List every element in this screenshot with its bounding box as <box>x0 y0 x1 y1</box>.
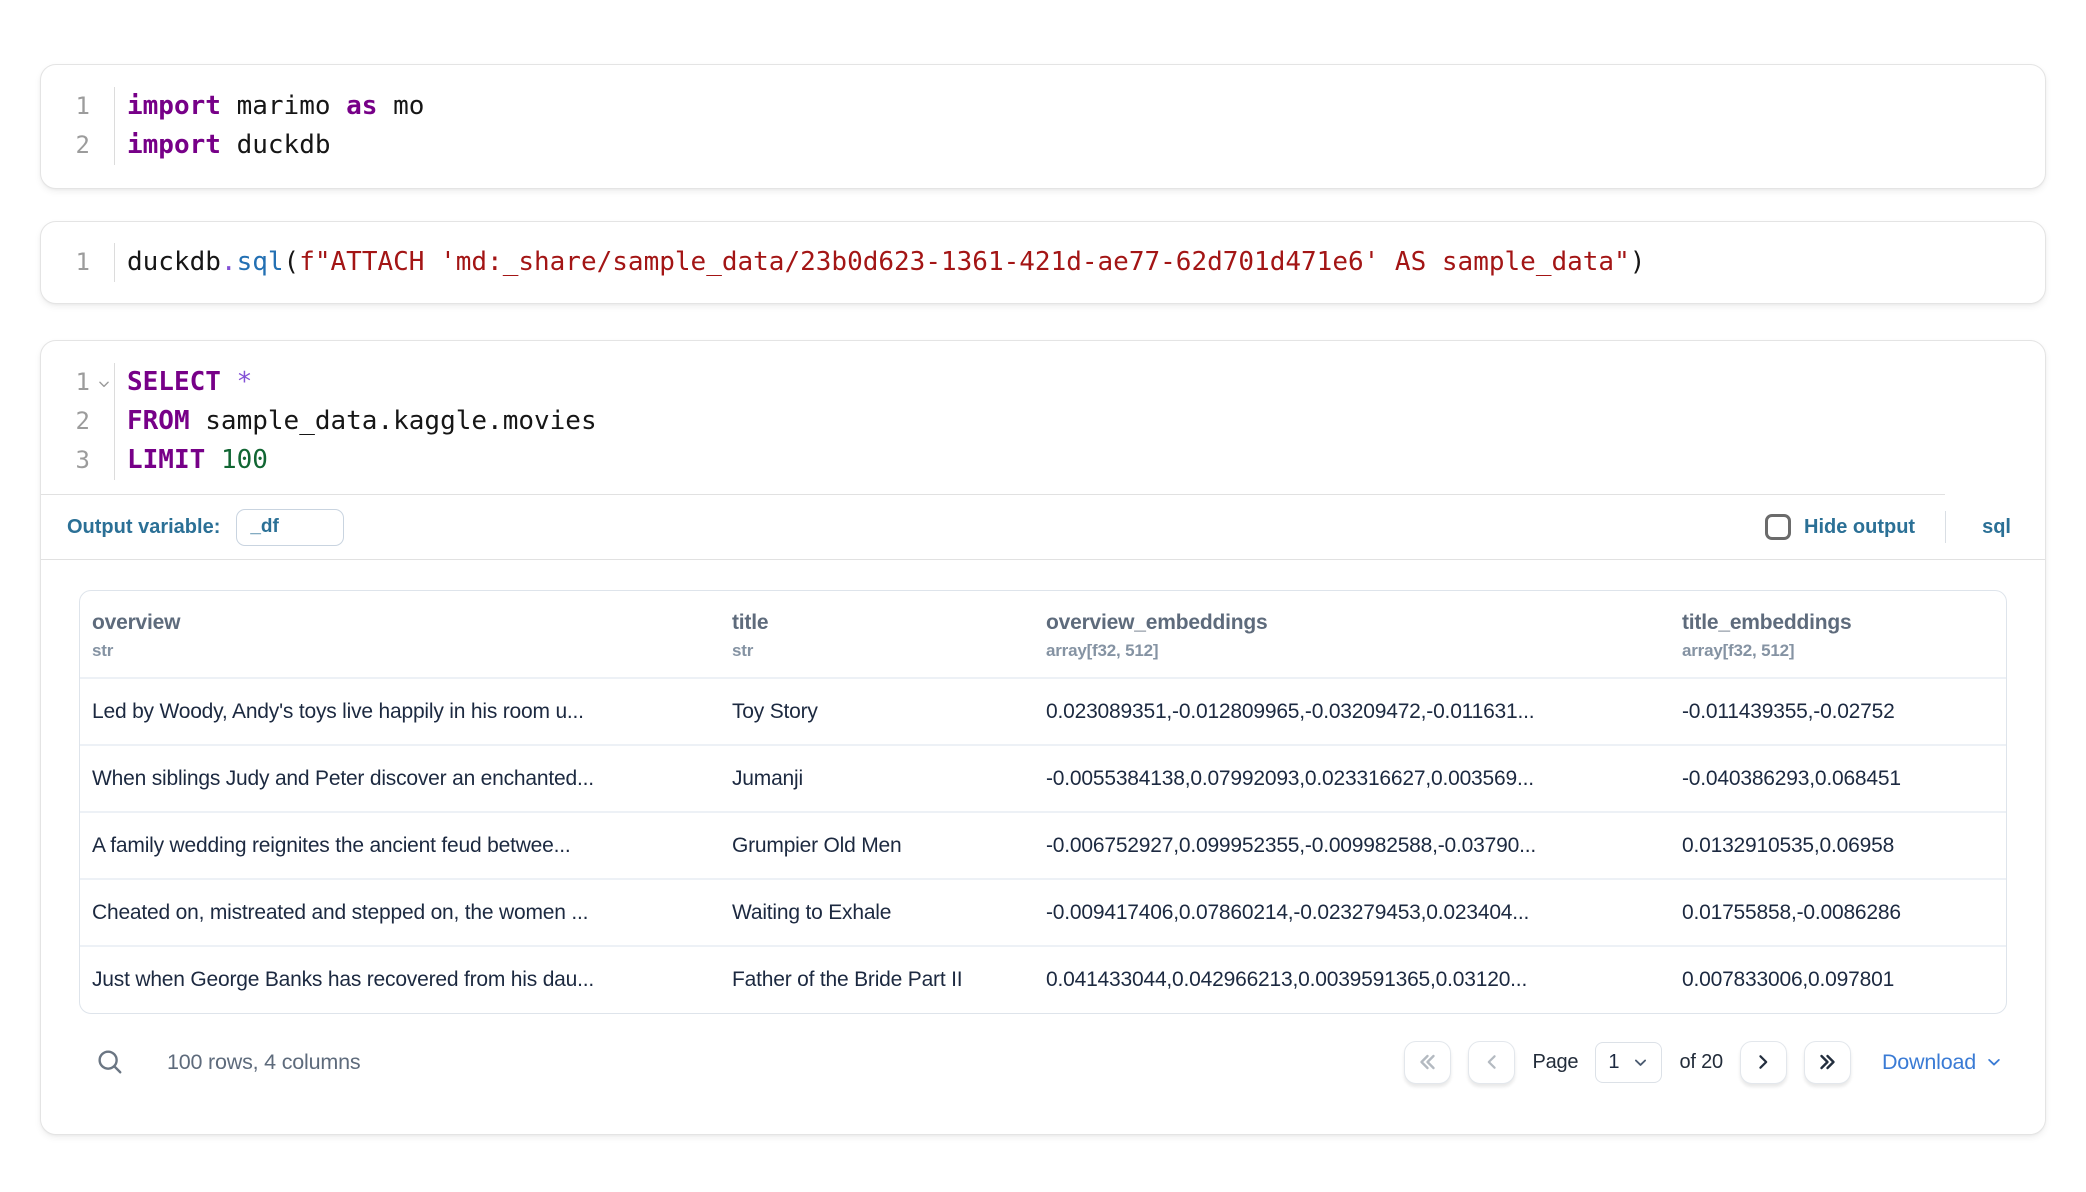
sql-cell: 123 SELECT *FROM sample_data.kaggle.movi… <box>40 340 2046 1135</box>
table-row: A family wedding reignites the ancient f… <box>80 812 2006 879</box>
code-area[interactable]: duckdb.sql(f"ATTACH 'md:_share/sample_da… <box>115 243 2045 282</box>
double-chevron-right-icon <box>1815 1050 1839 1074</box>
chevron-down-icon <box>1632 1054 1649 1071</box>
table-cell-title: Father of the Bride Part II <box>720 946 1034 1013</box>
column-header-title_embeddings[interactable]: title_embeddings array[f32, 512] <box>1670 591 2006 678</box>
hide-output-checkbox[interactable] <box>1765 514 1791 540</box>
line-number: 1 <box>41 243 114 282</box>
first-page-button[interactable] <box>1404 1041 1451 1084</box>
dataframe-table: overview str title str overview_embeddingsar… <box>79 590 2007 1014</box>
column-type: array[f32, 512] <box>1682 641 1994 661</box>
table-row: Led by Woody, Andy's toys live happily i… <box>80 678 2006 745</box>
table-row: Just when George Banks has recovered fro… <box>80 946 2006 1013</box>
column-name: title <box>732 611 1022 635</box>
next-page-button[interactable] <box>1740 1041 1787 1084</box>
line-number-gutter: 123 <box>41 363 115 480</box>
code-line[interactable]: SELECT * <box>127 363 2045 402</box>
table-cell-title: Toy Story <box>720 678 1034 745</box>
column-header-title[interactable]: title str <box>720 591 1034 678</box>
line-number: 3 <box>41 441 114 480</box>
search-icon <box>95 1047 125 1077</box>
table-cell-title: Waiting to Exhale <box>720 879 1034 946</box>
table-body: Led by Woody, Andy's toys live happily i… <box>80 678 2006 1013</box>
download-label: Download <box>1882 1050 1976 1075</box>
language-button[interactable]: sql <box>1976 516 2017 539</box>
table-cell-overview: Just when George Banks has recovered fro… <box>80 946 720 1013</box>
code-line[interactable]: import duckdb <box>127 126 2045 165</box>
table-row: Cheated on, mistreated and stepped on, t… <box>80 879 2006 946</box>
code-cell-attach: 1 duckdb.sql(f"ATTACH 'md:_share/sample_… <box>40 221 2046 304</box>
column-name: overview_embeddings <box>1046 611 1658 635</box>
chevron-down-icon <box>1985 1053 2003 1071</box>
table-cell-overview_embeddings: -0.0055384138,0.07992093,0.023316627,0.0… <box>1034 745 1670 812</box>
table-cell-title_embeddings: 0.0132910535,0.06958 <box>1670 812 2006 879</box>
table-cell-overview: Cheated on, mistreated and stepped on, t… <box>80 879 720 946</box>
table-cell-title_embeddings: -0.040386293,0.068451 <box>1670 745 2006 812</box>
line-number-gutter: 1 <box>41 243 115 282</box>
column-type: array[f32, 512] <box>1046 641 1658 661</box>
fold-chevron-icon[interactable] <box>97 377 111 391</box>
line-number-gutter: 12 <box>41 87 115 165</box>
prev-page-button[interactable] <box>1468 1041 1515 1084</box>
table-cell-title_embeddings: 0.01755858,-0.0086286 <box>1670 879 2006 946</box>
table-cell-title: Grumpier Old Men <box>720 812 1034 879</box>
code-line[interactable]: duckdb.sql(f"ATTACH 'md:_share/sample_da… <box>127 243 2045 282</box>
table-cell-title: Jumanji <box>720 745 1034 812</box>
code-editor[interactable]: 123 SELECT *FROM sample_data.kaggle.movi… <box>41 341 2045 494</box>
table-cell-overview_embeddings: -0.006752927,0.099952355,-0.009982588,-0… <box>1034 812 1670 879</box>
line-number: 2 <box>41 402 114 441</box>
table-footer: 100 rows, 4 columns Page 1 <box>79 1034 2007 1090</box>
table-cell-title_embeddings: -0.011439355,-0.02752 <box>1670 678 2006 745</box>
vertical-divider <box>1945 511 1946 543</box>
page-total: of 20 <box>1679 1051 1722 1074</box>
notebook: 12 import marimo as moimport duckdb 1 du… <box>40 64 2046 1135</box>
line-number: 2 <box>41 126 114 165</box>
table-cell-overview_embeddings: -0.009417406,0.07860214,-0.023279453,0.0… <box>1034 879 1670 946</box>
search-button[interactable] <box>95 1047 125 1077</box>
column-header-overview[interactable]: overview str <box>80 591 720 678</box>
chevron-left-icon <box>1481 1051 1503 1073</box>
column-type: str <box>732 641 1022 661</box>
line-number: 1 <box>41 363 114 402</box>
rows-summary: 100 rows, 4 columns <box>167 1050 360 1075</box>
column-name: overview <box>92 611 708 635</box>
column-type: str <box>92 641 708 661</box>
table-row: When siblings Judy and Peter discover an… <box>80 745 2006 812</box>
line-number: 1 <box>41 87 114 126</box>
code-editor[interactable]: 12 import marimo as moimport duckdb <box>41 65 2045 188</box>
column-name: title_embeddings <box>1682 611 1994 635</box>
code-cell-imports: 12 import marimo as moimport duckdb <box>40 64 2046 189</box>
code-area[interactable]: import marimo as moimport duckdb <box>115 87 2045 165</box>
hide-output-label: Hide output <box>1804 516 1915 539</box>
cell-output: overview str title str overview_embeddingsar… <box>41 560 2045 1134</box>
output-variable-input[interactable] <box>236 509 344 546</box>
table-cell-overview: Led by Woody, Andy's toys live happily i… <box>80 678 720 745</box>
column-header-overview_embeddings[interactable]: overview_embeddings array[f32, 512] <box>1034 591 1670 678</box>
double-chevron-left-icon <box>1416 1050 1440 1074</box>
pagination: Page 1 of 20 <box>1404 1041 2003 1084</box>
page-select[interactable]: 1 <box>1595 1042 1662 1083</box>
last-page-button[interactable] <box>1804 1041 1851 1084</box>
download-button[interactable]: Download <box>1882 1050 2003 1075</box>
code-line[interactable]: LIMIT 100 <box>127 441 2045 480</box>
chevron-right-icon <box>1752 1051 1774 1073</box>
output-variable-label: Output variable: <box>67 516 220 539</box>
code-area[interactable]: SELECT *FROM sample_data.kaggle.moviesLI… <box>115 363 2045 480</box>
table-cell-overview: A family wedding reignites the ancient f… <box>80 812 720 879</box>
page-label: Page <box>1532 1051 1578 1074</box>
page-select-value: 1 <box>1608 1051 1619 1074</box>
table-header: overview str title str overview_embeddingsar… <box>80 591 2006 678</box>
code-line[interactable]: import marimo as mo <box>127 87 2045 126</box>
code-editor[interactable]: 1 duckdb.sql(f"ATTACH 'md:_share/sample_… <box>41 222 2045 303</box>
table-cell-overview: When siblings Judy and Peter discover an… <box>80 745 720 812</box>
table-cell-title_embeddings: 0.007833006,0.097801 <box>1670 946 2006 1013</box>
output-variable-row: Output variable: Hide output sql <box>41 495 2045 559</box>
table-cell-overview_embeddings: 0.041433044,0.042966213,0.0039591365,0.0… <box>1034 946 1670 1013</box>
code-line[interactable]: FROM sample_data.kaggle.movies <box>127 402 2045 441</box>
table-cell-overview_embeddings: 0.023089351,-0.012809965,-0.03209472,-0.… <box>1034 678 1670 745</box>
